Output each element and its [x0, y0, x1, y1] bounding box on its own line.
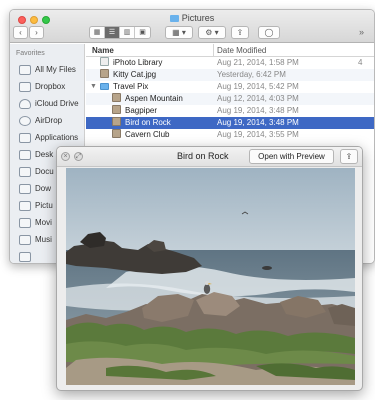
image-file-icon: [112, 129, 121, 138]
column-divider[interactable]: [213, 44, 214, 56]
row-date: Aug 19, 2014, 3:55 PM: [217, 130, 299, 139]
row-name: Kitty Cat.jpg: [113, 70, 157, 79]
all-files-icon: [19, 64, 31, 75]
quick-look-window: × ⤢ Bird on Rock Open with Preview ⇪: [56, 146, 363, 391]
date-column-header[interactable]: Date Modified: [217, 46, 266, 55]
tag-button[interactable]: ◯: [258, 26, 280, 39]
image-file-icon: [112, 93, 121, 102]
row-name: Aspen Mountain: [125, 94, 183, 103]
back-button[interactable]: ‹: [13, 26, 28, 39]
sidebar-item[interactable]: iCloud Drive: [10, 95, 84, 112]
row-name: Travel Pix: [113, 82, 149, 91]
sidebar-item-label: Pictu: [35, 201, 53, 210]
list-header: Name Date Modified: [86, 44, 374, 57]
image-file-icon: [112, 117, 121, 126]
row-name: Bagpiper: [125, 106, 158, 115]
row-date: Aug 21, 2014, 1:58 PM: [217, 58, 299, 67]
sidebar-item[interactable]: Dropbox: [10, 78, 84, 95]
cover-flow-button[interactable]: ▣: [135, 27, 150, 38]
share-icon[interactable]: ⇪: [340, 149, 358, 164]
close-icon[interactable]: ×: [61, 152, 70, 161]
icloud-icon: [19, 98, 31, 109]
downloads-icon: [19, 183, 31, 194]
sidebar-item-label: Applications: [35, 133, 79, 142]
list-view-button[interactable]: ☰: [105, 27, 120, 38]
applications-icon: [19, 132, 31, 143]
row-name-cell: Cavern Club: [112, 129, 169, 141]
table-row[interactable]: Kitty Cat.jpg Yesterday, 6:42 PM: [86, 69, 374, 81]
table-row[interactable]: Cavern Club Aug 19, 2014, 3:55 PM: [86, 129, 374, 141]
dropbox-icon: [19, 81, 31, 92]
table-row[interactable]: Bagpiper Aug 19, 2014, 3:48 PM: [86, 105, 374, 117]
table-row[interactable]: Aspen Mountain Aug 12, 2014, 4:03 PM: [86, 93, 374, 105]
window-title: Pictures: [10, 13, 374, 23]
sidebar-item-label: AirDrop: [35, 116, 63, 125]
photo-preview: [66, 168, 355, 385]
movies-icon: [19, 217, 31, 228]
forward-button[interactable]: ›: [29, 26, 44, 39]
row-name-cell: Bagpiper: [112, 105, 157, 117]
sidebar-item[interactable]: All My Files: [10, 61, 84, 78]
image-file-icon: [112, 105, 121, 114]
row-name-cell: Aspen Mountain: [112, 93, 183, 105]
row-date: Aug 19, 2014, 3:48 PM: [217, 106, 299, 115]
toolbar-overflow-icon[interactable]: »: [359, 27, 364, 37]
row-name: Cavern Club: [125, 130, 170, 139]
disclosure-triangle-icon[interactable]: ▼: [90, 81, 97, 93]
bird-on-rock-photo: [66, 168, 355, 385]
column-view-button[interactable]: ▥: [120, 27, 135, 38]
table-row[interactable]: iPhoto Library Aug 21, 2014, 1:58 PM 4: [86, 57, 374, 69]
arrange-button[interactable]: ▦ ▾: [165, 26, 193, 39]
sidebar-heading: Favorites: [16, 50, 45, 57]
row-name-cell: Kitty Cat.jpg: [100, 69, 156, 81]
airdrop-icon: [19, 115, 31, 126]
sidebar-item-label: Movi: [35, 218, 52, 227]
music-icon: [19, 234, 31, 245]
library-icon: [100, 57, 109, 66]
table-row[interactable]: Bird on Rock Aug 19, 2014, 3:48 PM: [86, 117, 374, 129]
view-mode-control: ▦ ☰ ▥ ▣: [89, 26, 151, 39]
desktop-icon: [19, 149, 31, 160]
row-name: iPhoto Library: [113, 58, 163, 67]
quick-look-title: Bird on Rock: [177, 151, 229, 161]
fullscreen-icon[interactable]: ⤢: [74, 152, 83, 161]
folder-icon: [169, 15, 179, 22]
open-with-preview-button[interactable]: Open with Preview: [249, 149, 334, 164]
sidebar-item-label: Dow: [35, 184, 52, 193]
quick-look-toolbar: × ⤢ Bird on Rock Open with Preview ⇪: [57, 147, 362, 167]
sidebar-item-label: Dropbox: [35, 82, 66, 91]
title-bar: Pictures ‹ › ▦ ☰ ▥ ▣ ▦ ▾ ⚙ ▾ ⇪ ◯ »: [10, 10, 374, 43]
sidebar-item-label: Docu: [35, 167, 54, 176]
sidebar-item-label: Desk: [35, 150, 54, 159]
row-date: Aug 19, 2014, 5:42 PM: [217, 82, 299, 91]
row-date: Yesterday, 6:42 PM: [217, 70, 286, 79]
file-rows: iPhoto Library Aug 21, 2014, 1:58 PM 4 Kitt…: [86, 57, 374, 141]
share-button[interactable]: ⇪: [231, 26, 249, 39]
sidebar-item-label: All My Files: [35, 65, 76, 74]
sidebar-item-label: Musi: [35, 235, 52, 244]
sidebar-item[interactable]: Applications: [10, 129, 84, 146]
row-date: Aug 19, 2014, 3:48 PM: [217, 118, 299, 127]
row-name: Bird on Rock: [125, 118, 171, 127]
folder-icon: [100, 83, 109, 90]
action-gear-button[interactable]: ⚙ ▾: [198, 26, 226, 39]
row-size: 4: [358, 58, 363, 67]
icon-view-button[interactable]: ▦: [90, 27, 105, 38]
row-name-cell: iPhoto Library: [100, 57, 162, 69]
name-column-header[interactable]: Name: [92, 46, 114, 55]
sidebar-item[interactable]: AirDrop: [10, 112, 84, 129]
pictures-icon: [19, 200, 31, 211]
sidebar-item-label: iCloud Drive: [35, 99, 79, 108]
row-name-cell: Bird on Rock: [112, 117, 171, 129]
image-file-icon: [100, 69, 109, 78]
home-icon: [19, 251, 31, 262]
window-title-text: Pictures: [181, 13, 215, 23]
documents-icon: [19, 166, 31, 177]
row-date: Aug 12, 2014, 4:03 PM: [217, 94, 299, 103]
row-name-cell: Travel Pix: [100, 81, 148, 93]
table-row[interactable]: ▼ Travel Pix Aug 19, 2014, 5:42 PM: [86, 81, 374, 93]
